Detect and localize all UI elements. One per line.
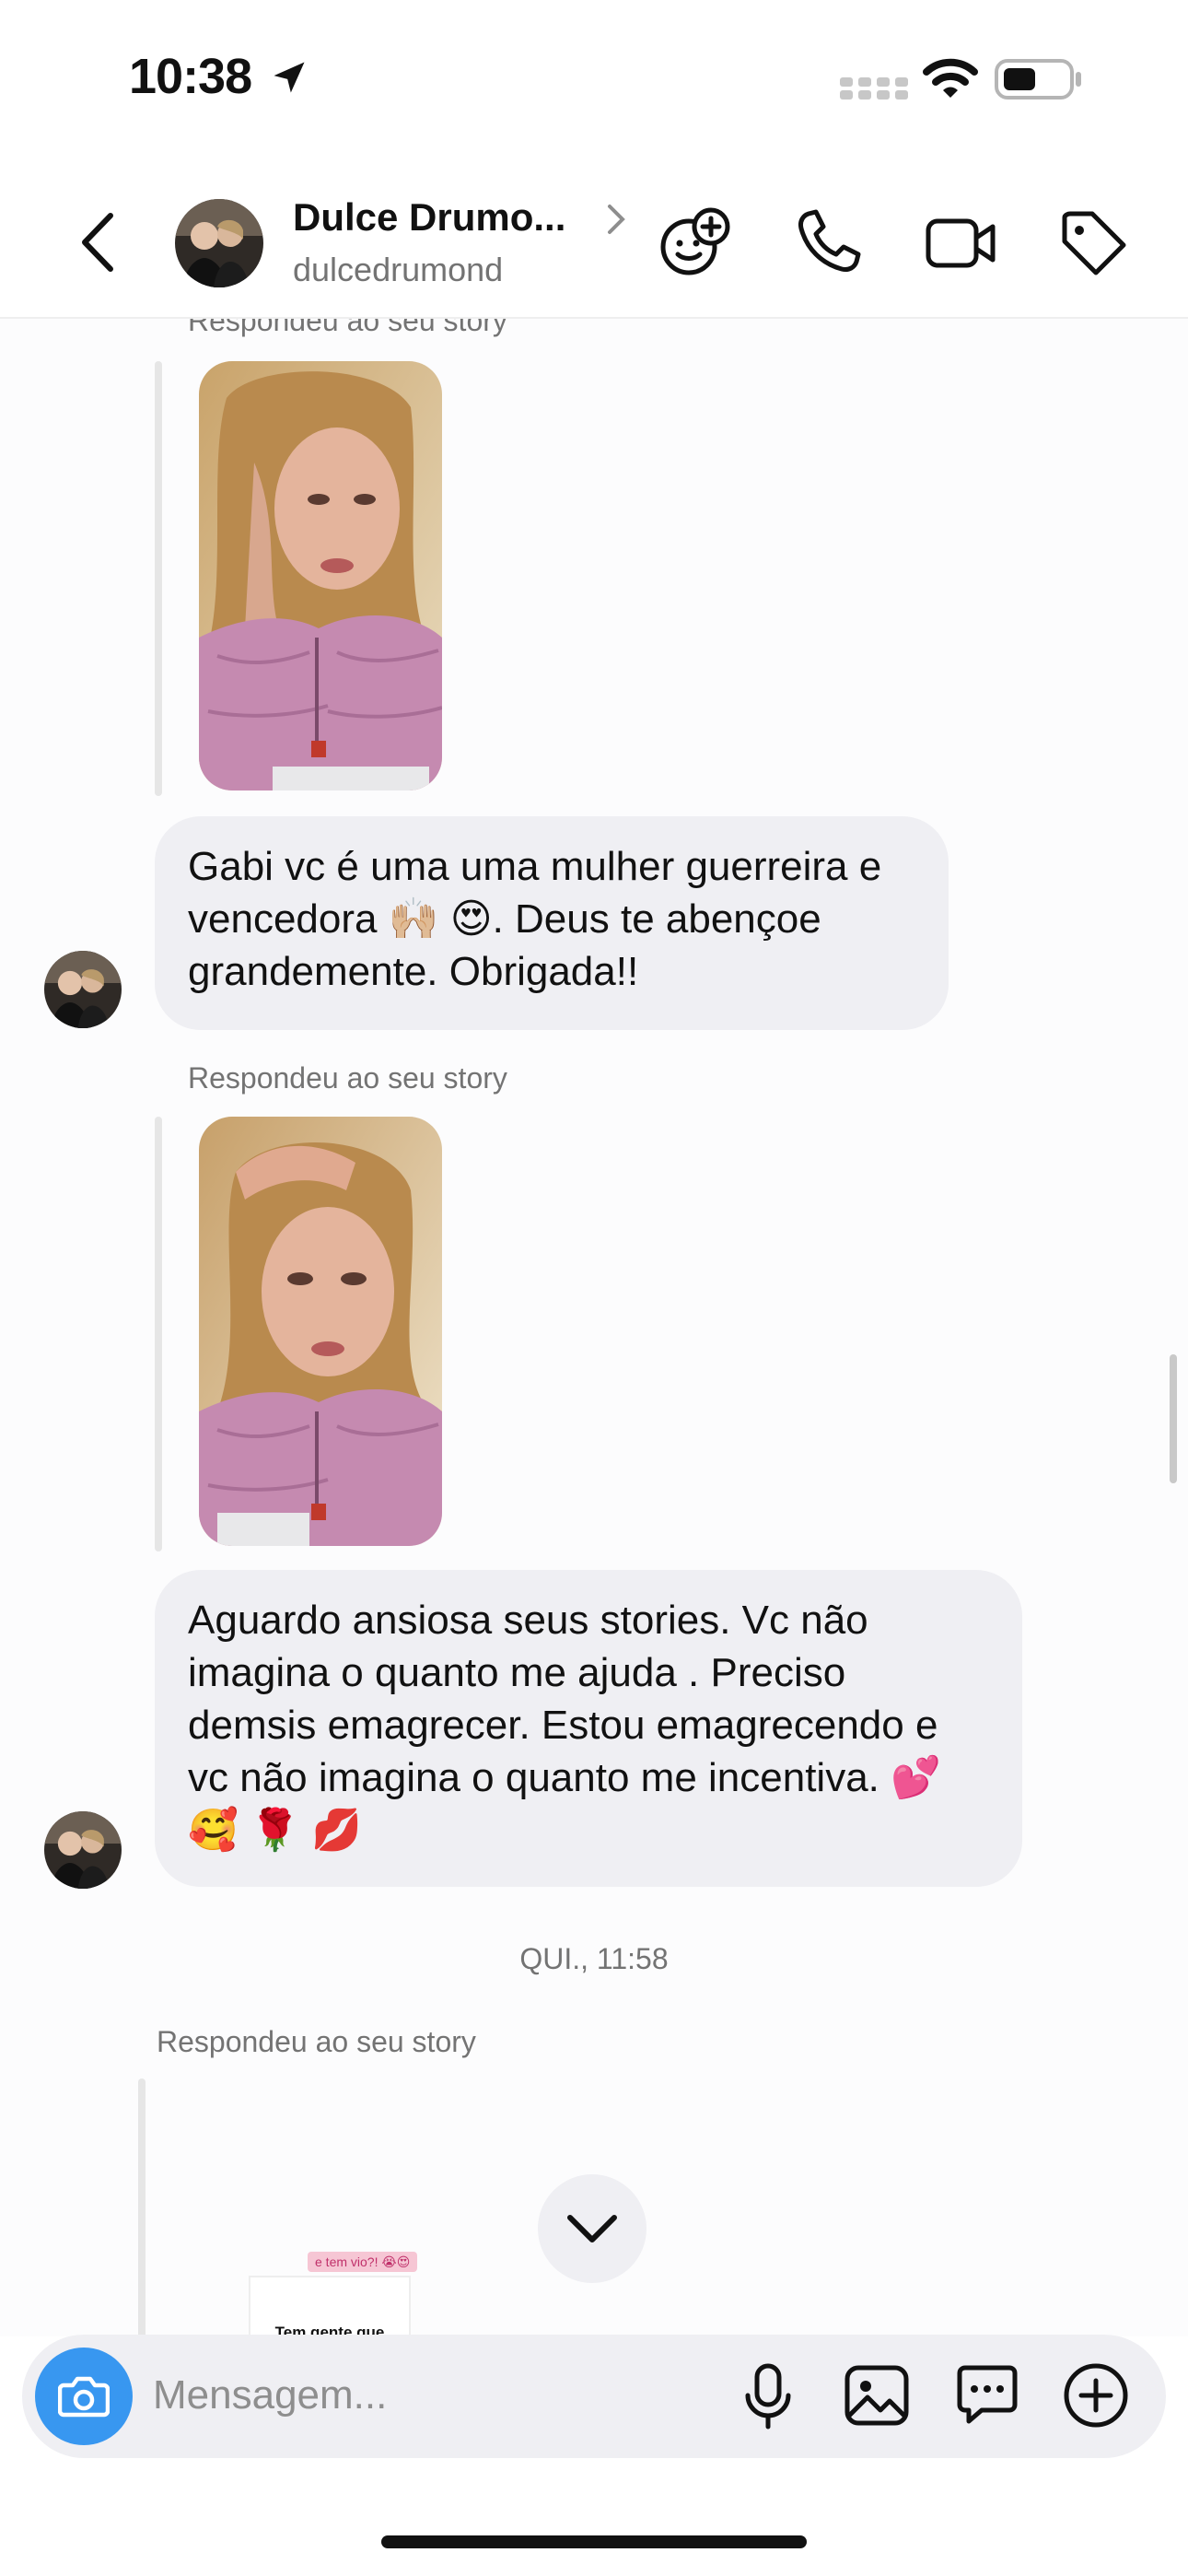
message-composer — [22, 2335, 1166, 2458]
location-arrow-icon — [269, 57, 309, 102]
story-thumbnail[interactable] — [199, 361, 442, 790]
message-bubble[interactable]: Gabi vc é uma uma mulher guerreira e ven… — [155, 816, 949, 1030]
reply-bar — [155, 1117, 162, 1551]
phone-icon[interactable] — [790, 205, 868, 282]
back-button[interactable] — [74, 210, 120, 275]
gallery-icon[interactable] — [840, 2359, 914, 2432]
battery-icon — [995, 57, 1083, 106]
story-reply-label: Respondeu ao seu story — [157, 2025, 476, 2058]
message-input[interactable] — [151, 2362, 707, 2429]
cellular-signal-icon — [840, 68, 908, 106]
sender-avatar[interactable] — [44, 1811, 122, 1889]
story-sticker: e tem vio?! 😭😍 — [308, 2252, 418, 2272]
story-thumbnail[interactable] — [199, 1117, 442, 1546]
chevron-right-icon[interactable] — [604, 201, 628, 242]
scrollbar-thumb[interactable] — [1170, 1354, 1177, 1483]
sender-avatar[interactable] — [44, 951, 122, 1028]
wifi-icon — [923, 57, 978, 106]
chevron-down-icon — [567, 2215, 617, 2242]
contact-name[interactable]: Dulce Drumo... — [293, 195, 565, 240]
message-thread[interactable]: Respondeu ao seu story Gabi vc é uma uma… — [0, 319, 1188, 2336]
day-timestamp: QUI., 11:58 — [519, 1942, 669, 1975]
quick-reply-icon[interactable] — [950, 2359, 1024, 2432]
add-sticker-icon[interactable] — [656, 205, 733, 282]
message-bubble[interactable]: Aguardo ansiosa seus stories. Vc não ima… — [155, 1570, 1022, 1887]
reply-bar — [155, 361, 162, 796]
status-time: 10:38 — [129, 49, 252, 104]
reply-bar — [138, 2078, 146, 2336]
contact-avatar[interactable] — [175, 199, 263, 287]
microphone-icon[interactable] — [731, 2359, 805, 2432]
video-call-icon[interactable] — [923, 205, 1000, 282]
scroll-to-bottom-button[interactable] — [538, 2174, 646, 2283]
camera-button[interactable] — [35, 2348, 133, 2445]
story-reply-label: Respondeu ao seu story — [188, 1061, 507, 1095]
story-reply-label: Respondeu ao seu story — [188, 319, 507, 337]
contact-username[interactable]: dulcedrumond — [293, 251, 503, 289]
chat-header: Dulce Drumo... dulcedrumond — [0, 166, 1188, 319]
add-icon[interactable] — [1059, 2359, 1133, 2432]
camera-icon — [58, 2376, 110, 2418]
story-card[interactable]: Tem gente que — [249, 2276, 411, 2336]
tag-icon[interactable] — [1055, 205, 1133, 282]
home-indicator[interactable] — [381, 2535, 807, 2548]
